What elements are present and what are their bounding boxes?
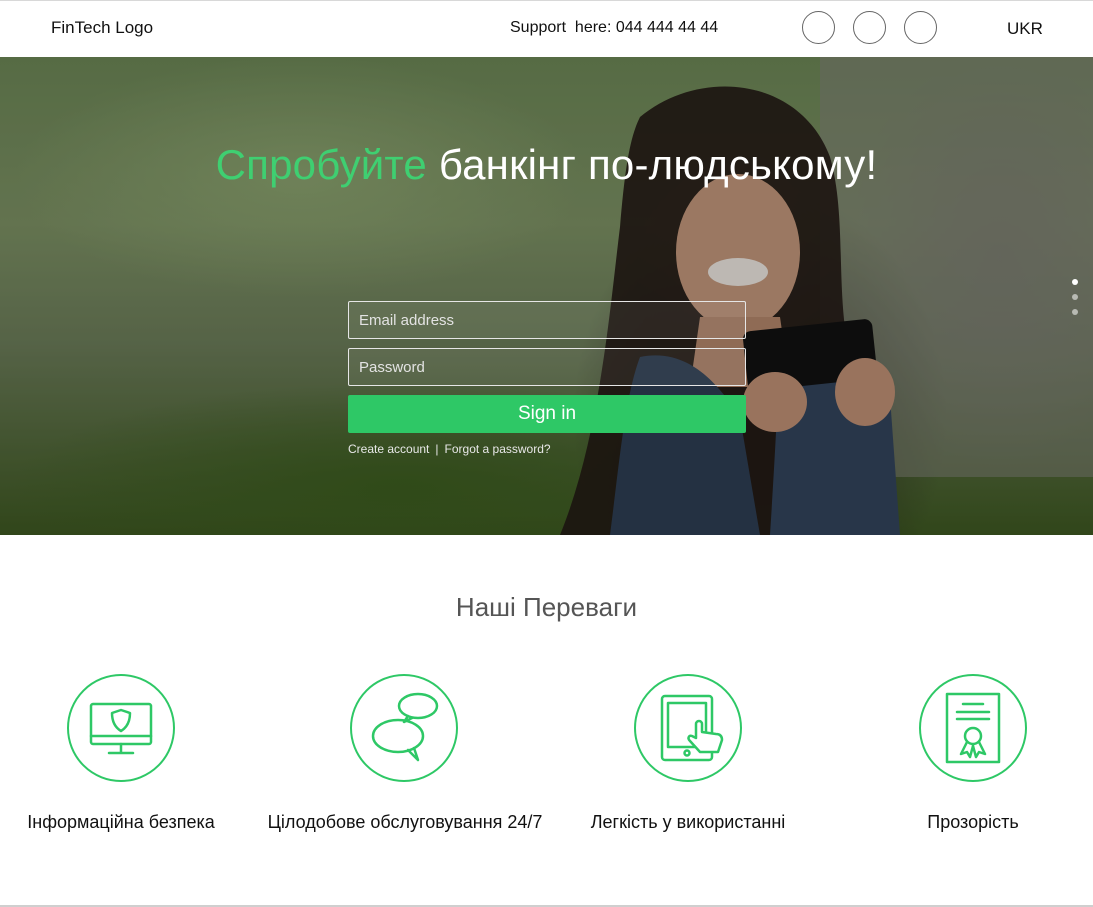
hero-banner: Спробуйте банкінг по-людському! Sign in … [0,57,1093,535]
email-input[interactable] [348,301,746,339]
tablet-touch-icon [634,674,742,782]
social-button-1[interactable] [802,11,835,44]
hero-overlay [0,57,1093,535]
auth-links: Create account | Forgot a password? [348,442,551,456]
password-input[interactable] [348,348,746,386]
slider-dot-3[interactable] [1072,309,1078,315]
links-separator: | [435,442,439,456]
slider-dot-1[interactable] [1072,279,1078,285]
chat-bubbles-icon [350,674,458,782]
slider-dot-2[interactable] [1072,294,1078,300]
monitor-shield-icon [67,674,175,782]
certificate-icon [919,674,1027,782]
social-button-3[interactable] [904,11,937,44]
hero-title-accent: Спробуйте [215,141,427,188]
logo[interactable]: FinTech Logo [51,18,153,38]
top-header: FinTech Logo Support here: 044 444 44 44… [0,0,1093,57]
advantage-label-ease: Легкість у використанні [590,812,786,832]
forgot-password-link[interactable]: Forgot a password? [445,442,551,456]
sign-in-button[interactable]: Sign in [348,395,746,433]
advantage-label-security: Інформаційна безпека [27,812,215,832]
hero-title: Спробуйте банкінг по-людському! [0,141,1093,189]
support-phone: Support here: 044 444 44 44 [510,19,719,36]
social-button-2[interactable] [853,11,886,44]
create-account-link[interactable]: Create account [348,442,429,456]
language-selector[interactable]: UKR [1007,19,1043,39]
hero-title-rest: банкінг по-людському! [426,141,878,188]
advantage-label-transparency: Прозорість [927,812,1019,832]
advantage-label-support: Цілодобове обслуговування 24/7 [267,812,543,832]
advantages-title: Наші Переваги [455,592,638,622]
